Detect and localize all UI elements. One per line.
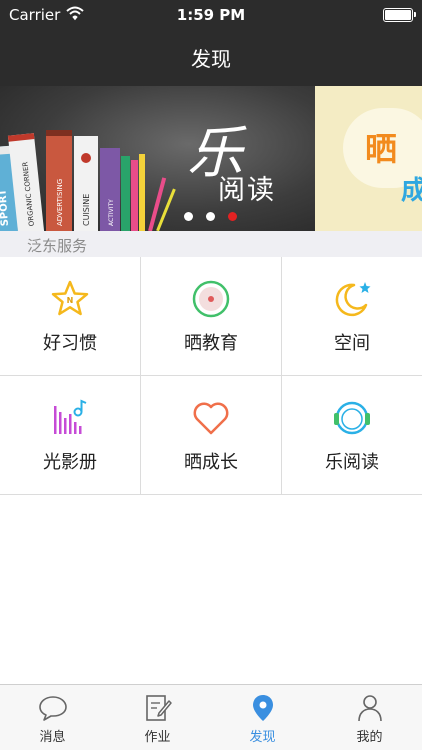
page-dot[interactable]	[184, 212, 193, 221]
tab-discover[interactable]: 发现	[210, 685, 315, 750]
banner-next-text: 晒	[365, 130, 398, 168]
record-icon	[192, 280, 230, 318]
banner-carousel[interactable]: SPORT ORGANIC CORNER ADVERTISING CUISINE…	[0, 86, 422, 231]
service-space[interactable]: 空间	[282, 257, 422, 376]
music-bars-icon	[54, 399, 87, 434]
books-illustration: SPORT ORGANIC CORNER ADVERTISING CUISINE…	[0, 130, 176, 231]
service-label: 乐阅读	[325, 452, 379, 473]
tab-label: 消息	[39, 730, 66, 745]
service-label: 好习惯	[43, 333, 97, 354]
page-title: 发现	[191, 47, 231, 71]
page-indicator[interactable]	[184, 212, 244, 222]
service-label: 光影册	[43, 452, 97, 473]
headphones-icon	[334, 401, 370, 435]
section-header: 泛东服务	[0, 231, 422, 257]
tab-bar: 消息 作业 发现 我的	[0, 684, 422, 750]
service-show-education[interactable]: 晒教育	[141, 257, 282, 376]
heart-icon	[193, 402, 229, 435]
service-happy-reading[interactable]: 乐阅读	[282, 376, 422, 495]
section-title: 泛东服务	[27, 237, 88, 255]
tab-homework[interactable]: 作业	[105, 685, 210, 750]
location-pin-icon	[252, 695, 273, 721]
tab-messages[interactable]: 消息	[0, 685, 105, 750]
chat-bubble-icon	[38, 696, 67, 721]
page-dot[interactable]	[206, 212, 215, 221]
banner-sub-text: 阅读	[218, 175, 276, 206]
status-bar: Carrier 1:59 PM	[0, 0, 422, 30]
clock-label: 1:59 PM	[176, 6, 246, 24]
service-label: 空间	[334, 333, 370, 354]
service-label: 晒成长	[184, 452, 238, 473]
service-label: 晒教育	[184, 333, 238, 354]
edit-document-icon	[145, 695, 172, 721]
moon-star-icon	[335, 282, 371, 317]
banner-slide-reading[interactable]: SPORT ORGANIC CORNER ADVERTISING CUISINE…	[0, 86, 315, 231]
app-screen: Carrier 1:59 PM 发现 SPORT ORGANIC CORNER …	[0, 0, 422, 750]
service-good-habits[interactable]: N 好习惯	[0, 257, 141, 376]
tab-profile[interactable]: 我的	[317, 685, 422, 750]
tab-label: 发现	[249, 730, 276, 745]
page-dot-active[interactable]	[228, 212, 237, 221]
book-spine-text: CUISINE	[82, 194, 91, 226]
person-icon	[357, 695, 382, 722]
service-photo-album[interactable]: 光影册	[0, 376, 141, 495]
navigation-bar: Carrier 1:59 PM 发现	[0, 0, 422, 86]
star-icon: N	[51, 280, 89, 316]
book-spine-text: ADVERTISING	[56, 179, 64, 226]
tab-label: 我的	[356, 730, 383, 745]
banner-next-text: 成	[401, 176, 422, 206]
services-grid: N 好习惯 晒教育 空间 光影册 晒成长 乐阅读	[0, 257, 422, 495]
tab-label: 作业	[144, 730, 171, 745]
banner-slide-next[interactable]: 晒 成	[315, 86, 422, 231]
book-spine-text: ACTIVITY	[108, 199, 115, 226]
svg-text:N: N	[67, 296, 74, 305]
service-show-growth[interactable]: 晒成长	[141, 376, 282, 495]
battery-icon	[383, 8, 416, 22]
